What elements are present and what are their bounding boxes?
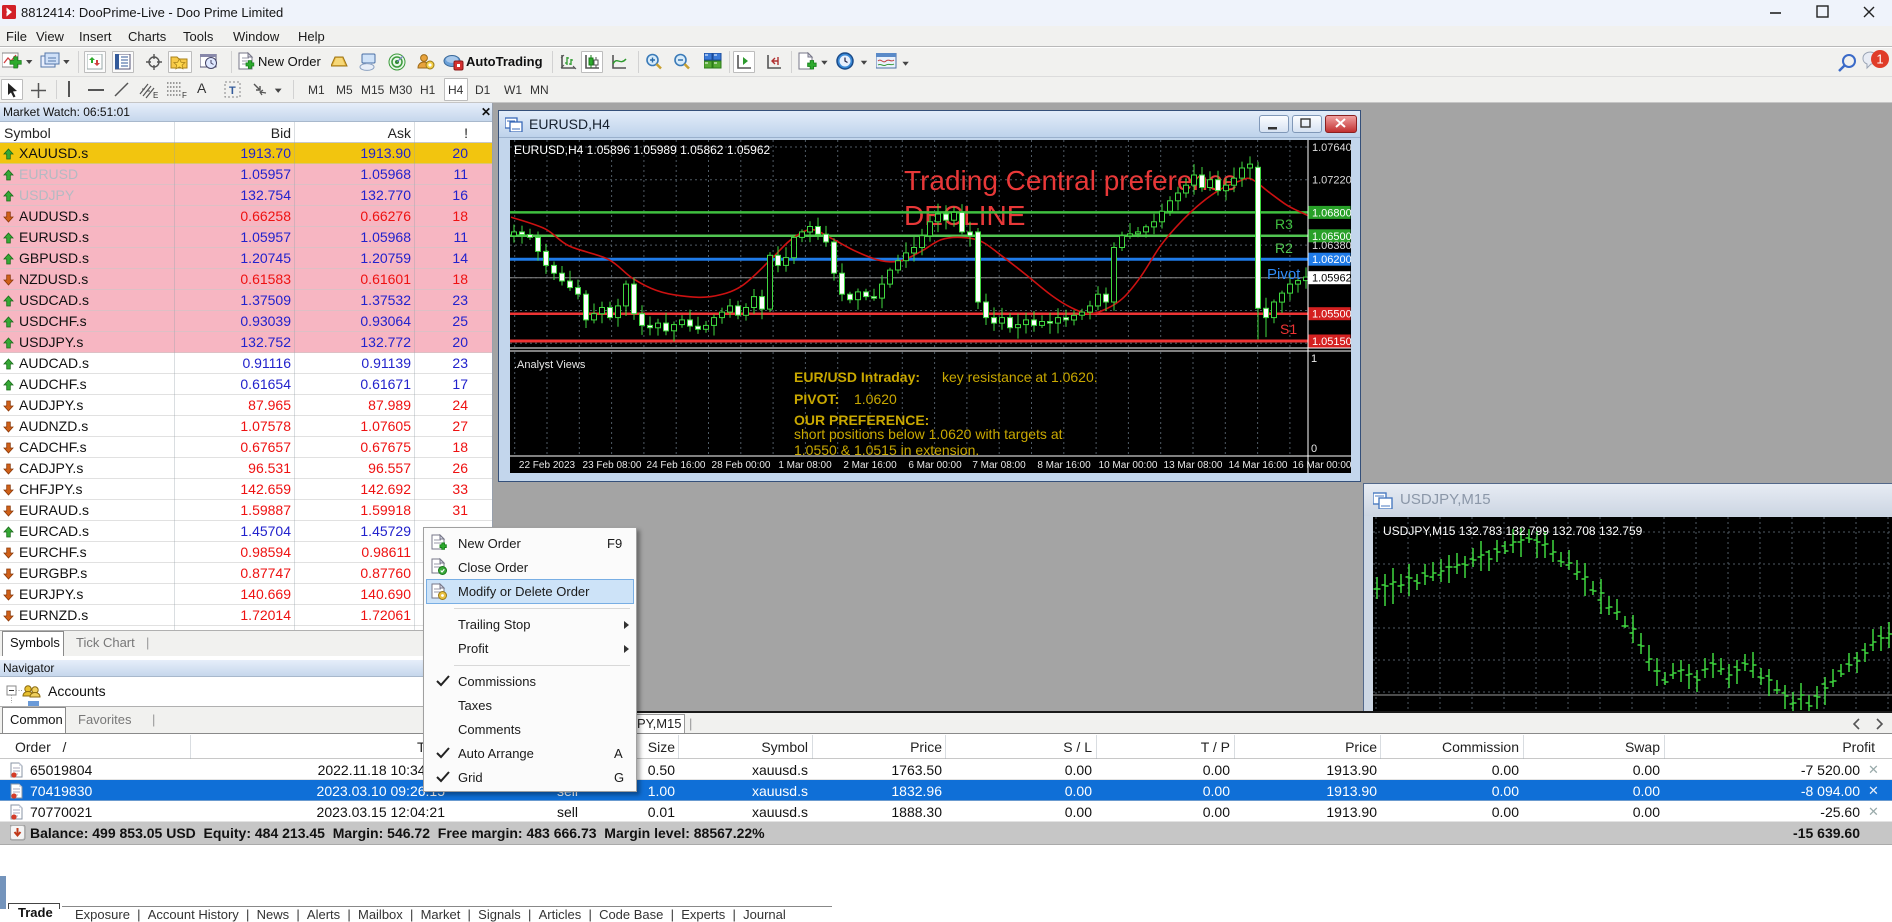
svg-text:1.05500: 1.05500 — [1312, 309, 1351, 321]
svg-text:10 Mar 00:00: 10 Mar 00:00 — [1099, 460, 1158, 471]
svg-text:Pivot: Pivot — [1267, 266, 1301, 283]
svg-text:14 Mar 16:00: 14 Mar 16:00 — [1229, 460, 1288, 471]
svg-text:0: 0 — [1311, 443, 1317, 455]
svg-text:16 Mar 00:00: 16 Mar 00:00 — [1293, 460, 1351, 471]
svg-text:1.05962: 1.05962 — [1312, 273, 1351, 285]
svg-text:R3: R3 — [1275, 216, 1293, 232]
svg-text:key resistance at 1.0620.: key resistance at 1.0620. — [942, 369, 1098, 385]
svg-text:F: F — [182, 91, 187, 99]
svg-text:EUR/USD Intraday:: EUR/USD Intraday: — [794, 369, 920, 385]
svg-text:1.07220: 1.07220 — [1312, 175, 1351, 187]
svg-text:1.06200: 1.06200 — [1312, 254, 1351, 266]
svg-text:short positions below 1.0620 w: short positions below 1.0620 with target… — [794, 426, 1063, 442]
svg-text:1: 1 — [1311, 353, 1317, 365]
svg-text:1.06800: 1.06800 — [1312, 207, 1351, 219]
svg-text:R2: R2 — [1275, 240, 1293, 256]
svg-text:E: E — [153, 91, 158, 99]
svg-text:24 Feb 16:00: 24 Feb 16:00 — [647, 460, 706, 471]
svg-text:1: 1 — [1876, 52, 1883, 67]
svg-text:.Analyst Views: .Analyst Views — [514, 359, 586, 371]
svg-text:USDJPY,M15 132.783 132.799 13: USDJPY,M15 132.783 132.799 132.708 132.7… — [1383, 524, 1643, 538]
svg-text:T: T — [229, 85, 236, 97]
svg-text:1.05150: 1.05150 — [1312, 336, 1351, 348]
svg-text:EURUSD,H4 1.05896 1.05989 1.0: EURUSD,H4 1.05896 1.05989 1.05862 1.0596… — [514, 143, 771, 157]
svg-text:28 Feb 00:00: 28 Feb 00:00 — [712, 460, 771, 471]
svg-text:13 Mar 08:00: 13 Mar 08:00 — [1164, 460, 1223, 471]
svg-text:22 Feb 2023: 22 Feb 2023 — [519, 460, 576, 471]
svg-text:8 Mar 16:00: 8 Mar 16:00 — [1037, 460, 1091, 471]
svg-text:1.0550 & 1.0515 in extension.: 1.0550 & 1.0515 in extension. — [794, 442, 979, 458]
svg-text:2 Mar 16:00: 2 Mar 16:00 — [843, 460, 897, 471]
svg-text:6 Mar 00:00: 6 Mar 00:00 — [908, 460, 962, 471]
svg-text:1.06380: 1.06380 — [1312, 240, 1351, 252]
svg-text:1 Mar 08:00: 1 Mar 08:00 — [778, 460, 832, 471]
svg-text:1.0620: 1.0620 — [854, 391, 897, 407]
svg-text:PIVOT:: PIVOT: — [794, 391, 839, 407]
svg-text:S1: S1 — [1280, 321, 1297, 337]
svg-text:7 Mar 08:00: 7 Mar 08:00 — [972, 460, 1026, 471]
svg-text:23 Feb 08:00: 23 Feb 08:00 — [583, 460, 642, 471]
svg-text:1.07640: 1.07640 — [1312, 142, 1351, 154]
